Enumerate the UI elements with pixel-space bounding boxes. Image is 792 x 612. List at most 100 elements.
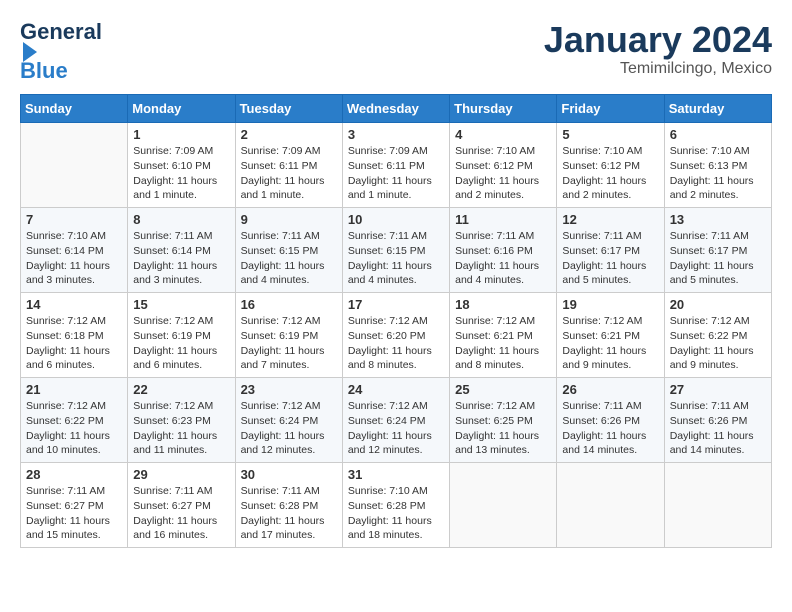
day-number: 30 [241,467,337,482]
calendar-cell [450,463,557,548]
location-title: Temimilcingo, Mexico [544,60,772,78]
week-row-2: 7 Sunrise: 7:10 AM Sunset: 6:14 PM Daylig… [21,208,772,293]
calendar-cell: 21Sunrise: 7:12 AM Sunset: 6:22 PM Dayli… [21,378,128,463]
calendar-cell: 3 Sunrise: 7:09 AM Sunset: 6:11 PM Daylig… [342,123,449,208]
calendar-cell: 23 Sunrise: 7:12 AM Sunset: 6:24 PM Dayli… [235,378,342,463]
day-info: Sunrise: 7:12 AM Sunset: 6:21 PM Dayligh… [455,314,551,373]
day-number: 11 [455,212,551,227]
column-header-tuesday: Tuesday [235,95,342,123]
week-row-1: 1 Sunrise: 7:09 AM Sunset: 6:10 PM Daylig… [21,123,772,208]
calendar-cell: 17 Sunrise: 7:12 AM Sunset: 6:20 PM Dayli… [342,293,449,378]
day-number: 10 [348,212,444,227]
calendar-cell: 1 Sunrise: 7:09 AM Sunset: 6:10 PM Daylig… [128,123,235,208]
calendar-cell: 30 Sunrise: 7:11 AM Sunset: 6:28 PM Dayli… [235,463,342,548]
day-info: Sunrise: 7:10 AM Sunset: 6:14 PM Dayligh… [26,229,122,288]
calendar-header-row: SundayMondayTuesdayWednesdayThursdayFrid… [21,95,772,123]
day-info: Sunrise: 7:12 AM Sunset: 6:24 PM Dayligh… [241,399,337,458]
day-number: 26 [562,382,658,397]
calendar-cell: 24 Sunrise: 7:12 AM Sunset: 6:24 PM Dayli… [342,378,449,463]
calendar-cell: 14Sunrise: 7:12 AM Sunset: 6:18 PM Dayli… [21,293,128,378]
title-block: January 2024 Temimilcingo, Mexico [544,20,772,78]
month-title: January 2024 [544,20,772,60]
column-header-thursday: Thursday [450,95,557,123]
day-number: 23 [241,382,337,397]
day-number: 3 [348,127,444,142]
logo: General Blue [20,20,102,84]
day-info: Sunrise: 7:11 AM Sunset: 6:14 PM Dayligh… [133,229,229,288]
column-header-sunday: Sunday [21,95,128,123]
calendar-cell: 9 Sunrise: 7:11 AM Sunset: 6:15 PM Daylig… [235,208,342,293]
day-info: Sunrise: 7:11 AM Sunset: 6:15 PM Dayligh… [348,229,444,288]
calendar-cell: 18Sunrise: 7:12 AM Sunset: 6:21 PM Dayli… [450,293,557,378]
day-number: 8 [133,212,229,227]
calendar-cell: 10 Sunrise: 7:11 AM Sunset: 6:15 PM Dayli… [342,208,449,293]
day-number: 2 [241,127,337,142]
day-info: Sunrise: 7:12 AM Sunset: 6:18 PM Dayligh… [26,314,122,373]
day-info: Sunrise: 7:11 AM Sunset: 6:16 PM Dayligh… [455,229,551,288]
day-number: 27 [670,382,766,397]
day-info: Sunrise: 7:09 AM Sunset: 6:11 PM Dayligh… [348,144,444,203]
day-number: 9 [241,212,337,227]
calendar-cell: 2 Sunrise: 7:09 AM Sunset: 6:11 PM Daylig… [235,123,342,208]
day-number: 6 [670,127,766,142]
day-info: Sunrise: 7:10 AM Sunset: 6:13 PM Dayligh… [670,144,766,203]
calendar-cell: 15 Sunrise: 7:12 AM Sunset: 6:19 PM Dayli… [128,293,235,378]
page-header: General Blue January 2024 Temimilcingo, … [20,20,772,84]
day-info: Sunrise: 7:10 AM Sunset: 6:12 PM Dayligh… [455,144,551,203]
logo-text: General [20,20,102,62]
day-info: Sunrise: 7:11 AM Sunset: 6:15 PM Dayligh… [241,229,337,288]
day-info: Sunrise: 7:12 AM Sunset: 6:22 PM Dayligh… [26,399,122,458]
day-number: 25 [455,382,551,397]
day-info: Sunrise: 7:11 AM Sunset: 6:27 PM Dayligh… [133,484,229,543]
column-header-monday: Monday [128,95,235,123]
calendar-cell: 28Sunrise: 7:11 AM Sunset: 6:27 PM Dayli… [21,463,128,548]
day-number: 16 [241,297,337,312]
day-info: Sunrise: 7:11 AM Sunset: 6:17 PM Dayligh… [670,229,766,288]
calendar-cell: 8 Sunrise: 7:11 AM Sunset: 6:14 PM Daylig… [128,208,235,293]
calendar-cell [21,123,128,208]
day-info: Sunrise: 7:10 AM Sunset: 6:28 PM Dayligh… [348,484,444,543]
day-info: Sunrise: 7:11 AM Sunset: 6:28 PM Dayligh… [241,484,337,543]
calendar-cell: 22Sunrise: 7:12 AM Sunset: 6:23 PM Dayli… [128,378,235,463]
day-number: 1 [133,127,229,142]
day-number: 28 [26,467,122,482]
calendar-cell: 29 Sunrise: 7:11 AM Sunset: 6:27 PM Dayli… [128,463,235,548]
day-info: Sunrise: 7:09 AM Sunset: 6:10 PM Dayligh… [133,144,229,203]
day-info: Sunrise: 7:12 AM Sunset: 6:24 PM Dayligh… [348,399,444,458]
column-header-friday: Friday [557,95,664,123]
calendar-cell [557,463,664,548]
day-number: 7 [26,212,122,227]
day-info: Sunrise: 7:12 AM Sunset: 6:21 PM Dayligh… [562,314,658,373]
day-info: Sunrise: 7:10 AM Sunset: 6:12 PM Dayligh… [562,144,658,203]
day-number: 17 [348,297,444,312]
day-number: 29 [133,467,229,482]
calendar-cell: 13 Sunrise: 7:11 AM Sunset: 6:17 PM Dayli… [664,208,771,293]
calendar-cell: 4 Sunrise: 7:10 AM Sunset: 6:12 PM Daylig… [450,123,557,208]
calendar-table: SundayMondayTuesdayWednesdayThursdayFrid… [20,94,772,548]
day-number: 13 [670,212,766,227]
calendar-cell: 27 Sunrise: 7:11 AM Sunset: 6:26 PM Dayli… [664,378,771,463]
day-number: 15 [133,297,229,312]
day-info: Sunrise: 7:09 AM Sunset: 6:11 PM Dayligh… [241,144,337,203]
day-number: 24 [348,382,444,397]
calendar-body: 1 Sunrise: 7:09 AM Sunset: 6:10 PM Daylig… [21,123,772,548]
day-info: Sunrise: 7:11 AM Sunset: 6:26 PM Dayligh… [670,399,766,458]
day-info: Sunrise: 7:12 AM Sunset: 6:19 PM Dayligh… [241,314,337,373]
day-info: Sunrise: 7:12 AM Sunset: 6:20 PM Dayligh… [348,314,444,373]
calendar-cell [664,463,771,548]
calendar-cell: 26 Sunrise: 7:11 AM Sunset: 6:26 PM Dayli… [557,378,664,463]
day-info: Sunrise: 7:11 AM Sunset: 6:26 PM Dayligh… [562,399,658,458]
calendar-cell: 31Sunrise: 7:10 AM Sunset: 6:28 PM Dayli… [342,463,449,548]
day-info: Sunrise: 7:11 AM Sunset: 6:17 PM Dayligh… [562,229,658,288]
calendar-cell: 6 Sunrise: 7:10 AM Sunset: 6:13 PM Daylig… [664,123,771,208]
day-number: 19 [562,297,658,312]
day-number: 12 [562,212,658,227]
calendar-cell: 20Sunrise: 7:12 AM Sunset: 6:22 PM Dayli… [664,293,771,378]
day-info: Sunrise: 7:12 AM Sunset: 6:19 PM Dayligh… [133,314,229,373]
week-row-4: 21Sunrise: 7:12 AM Sunset: 6:22 PM Dayli… [21,378,772,463]
day-number: 4 [455,127,551,142]
day-info: Sunrise: 7:12 AM Sunset: 6:22 PM Dayligh… [670,314,766,373]
calendar-cell: 11 Sunrise: 7:11 AM Sunset: 6:16 PM Dayli… [450,208,557,293]
calendar-cell: 5Sunrise: 7:10 AM Sunset: 6:12 PM Daylig… [557,123,664,208]
column-header-saturday: Saturday [664,95,771,123]
